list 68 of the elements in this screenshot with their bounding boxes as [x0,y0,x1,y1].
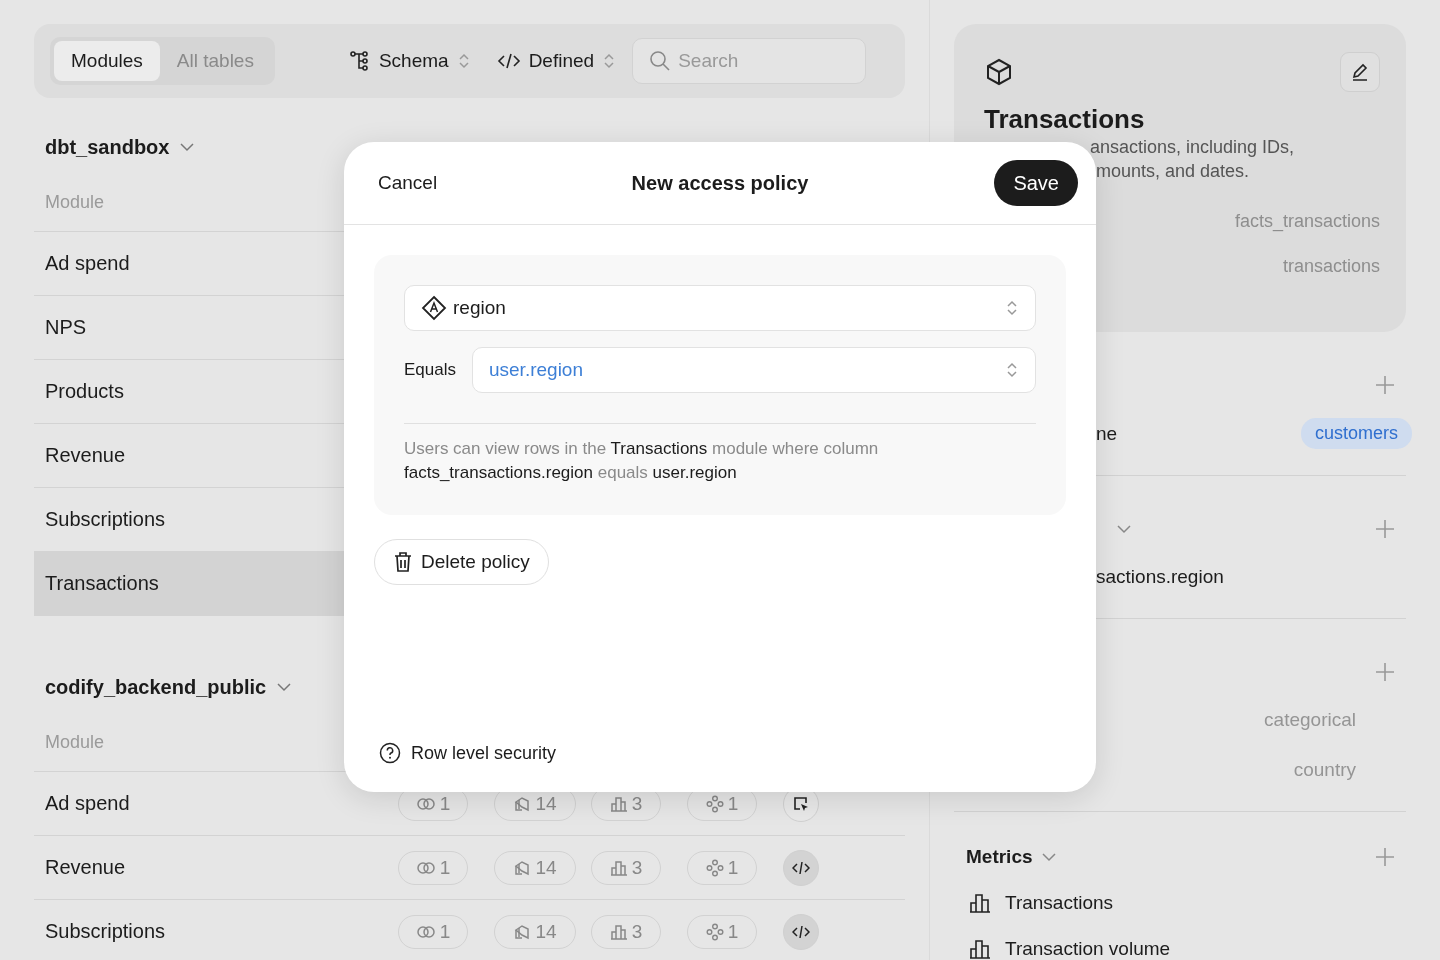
module-row[interactable]: Revenue 1 14 3 1 [34,835,905,899]
module-name: Ad spend [45,252,131,275]
chevron-updown-icon [1005,360,1019,380]
schema-select[interactable]: Schema [348,46,471,76]
module-name: Subscriptions [45,920,167,943]
attribute-icon [421,295,447,321]
add-icon[interactable] [1374,661,1396,683]
bar-chart-icon [969,939,991,959]
module-title: Transactions [984,104,1146,135]
field-label: ne [1096,422,1118,445]
action-button[interactable] [783,913,819,950]
module-name: Revenue [45,856,127,879]
help-icon [379,742,401,764]
module-name: Revenue [45,444,127,467]
add-icon[interactable] [1374,374,1396,396]
module-name: Products [45,380,125,403]
code-icon [496,51,521,71]
column-header: Module [44,731,105,754]
code-icon [792,859,810,876]
cursor-icon [792,794,810,813]
module-row[interactable]: Subscriptions 1 14 3 1 [34,899,905,960]
schema-name[interactable]: dbt_sandbox [45,135,170,159]
cancel-button[interactable]: Cancel [378,168,438,198]
trash-icon [393,551,413,573]
module-name: Transactions [45,572,160,595]
chevron-updown-icon [456,52,471,70]
module-name: NPS [45,316,88,339]
metric-item[interactable]: Transaction volume [966,938,1396,960]
add-icon[interactable] [1374,846,1396,868]
add-icon[interactable] [1374,518,1396,540]
bar-chart-icon [969,893,991,913]
tag: customers [1300,418,1412,449]
source-select[interactable]: Defined [496,46,617,76]
help-link[interactable]: Row level security [379,742,557,764]
module-name: Subscriptions [45,508,167,531]
chevron-down-icon[interactable] [179,141,196,153]
delete-button[interactable]: Delete policy [374,539,549,585]
view-tab[interactable]: Modules [54,41,160,81]
module-name: Ad spend [45,792,131,815]
dialog-title: New access policy [631,171,809,195]
edit-button[interactable] [1340,52,1380,92]
metric-item[interactable]: Transactions [966,892,1396,914]
column-select[interactable]: region [404,285,1036,331]
chevron-updown-icon [602,52,617,70]
field-label: sactions.region [1096,566,1224,588]
value-select[interactable]: user.region [472,347,1036,393]
action-button[interactable] [783,849,819,886]
chevron-updown-icon [1005,298,1019,318]
operator-label: Equals [404,360,456,380]
description-text: ansactions, including IDs, [1089,136,1296,159]
chevron-down-icon[interactable] [276,681,293,693]
section-title: Metrics [966,846,1033,868]
cube-icon [984,57,1014,87]
search-field[interactable]: Search [632,38,867,84]
property-value: facts_transactions [1234,211,1380,232]
chevron-icon[interactable] [1040,851,1057,863]
code-icon [792,923,810,940]
save-button[interactable]: Save [994,160,1078,206]
column-header: Module [44,191,105,214]
policy-summary: Users can view rows in the Transactions module where column facts_transactions.region equals user.region [404,423,1036,485]
field-value: country [1293,759,1356,781]
schema-name[interactable]: codify_backend_public [45,675,267,699]
chevron-icon[interactable] [1116,523,1132,535]
pencil-icon [1350,62,1370,82]
tree-icon [348,50,371,72]
search-icon [649,50,672,72]
property-value: transactions [1282,256,1380,277]
field-value: categorical [1264,709,1356,731]
